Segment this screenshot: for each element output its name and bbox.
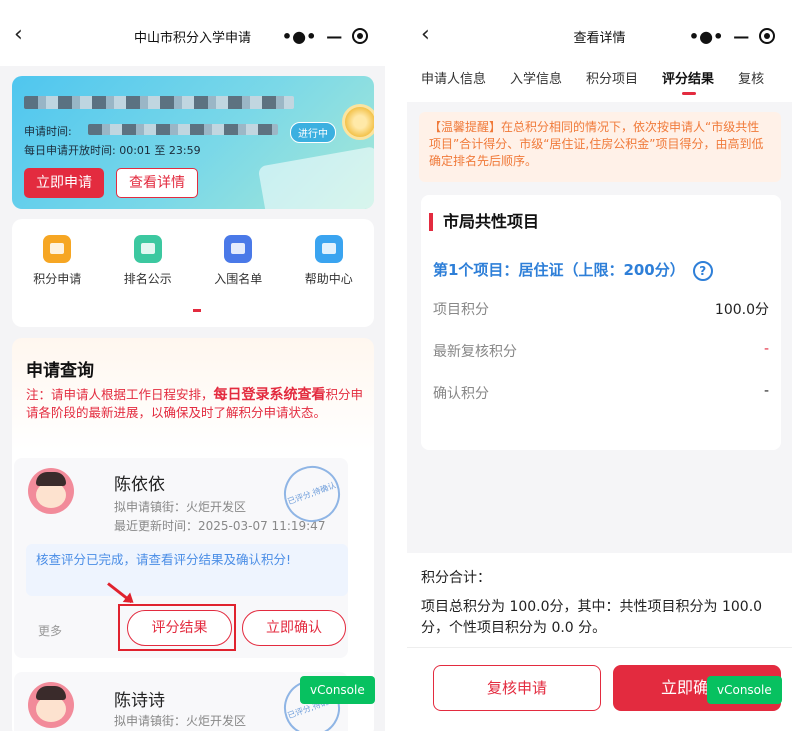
- section-title: 市局共性项目: [429, 213, 539, 231]
- mini-program-capsule: •●• —: [684, 21, 780, 51]
- redacted-apply-time: [88, 124, 278, 135]
- points-apply-icon: [43, 235, 72, 263]
- menu-label: 入围名单: [214, 272, 263, 286]
- shortlist-icon: [224, 235, 253, 263]
- applicant-card: 陈诗诗 拟申请镇街：火炬开发区 已评分,待确认: [14, 672, 348, 731]
- note-emphasis: 每日登录系统查看: [213, 387, 326, 403]
- highlight-box: [118, 604, 236, 651]
- divider: [407, 647, 792, 648]
- daily-open-time: 每日申请开放时间: 00:01 至 23:59: [24, 144, 201, 157]
- warm-reminder: 【温馨提醒】在总积分相同的情况下，依次按申请人“市级共性项目”合计得分、市级“居…: [419, 112, 781, 182]
- row-value: -: [763, 341, 769, 357]
- menu-label: 积分申请: [33, 272, 82, 286]
- close-circle-icon[interactable]: [759, 28, 776, 44]
- medal-icon: [342, 104, 374, 140]
- new-indicator: [193, 309, 201, 312]
- view-detail-button[interactable]: 查看详情: [116, 168, 198, 198]
- row-value: 100.0分: [714, 302, 769, 318]
- question-icon[interactable]: ?: [692, 260, 713, 281]
- query-title: 申请查询: [26, 361, 94, 381]
- apply-time-label: 申请时间:: [24, 125, 72, 138]
- review-apply-button[interactable]: 复核申请: [433, 665, 601, 711]
- title-bar: ‹ 中山市积分入学申请 •●• —: [0, 0, 385, 66]
- confirm-now-button[interactable]: 立即确认: [242, 610, 346, 646]
- tab-review[interactable]: 复核: [738, 66, 764, 102]
- score-detail-card: 市局共性项目 第1个项目：居住证（上限：200分）? 项目积分 100.0分 最…: [421, 195, 781, 450]
- right-phone-screen: ‹ 查看详情 •●• — 申请人信息 入学信息 积分项目 评分结果 复核 【温馨…: [407, 0, 792, 731]
- apply-now-button[interactable]: 立即申请: [24, 168, 104, 198]
- close-circle-icon[interactable]: [352, 28, 369, 44]
- menu-item-points-apply[interactable]: 积分申请: [27, 235, 87, 327]
- score-row: 最新复核积分 -: [433, 341, 769, 361]
- note-prefix: 注：请申请人根据工作日程安排，: [26, 387, 214, 402]
- row-label: 确认积分: [433, 386, 489, 402]
- tab-applicant-info[interactable]: 申请人信息: [421, 66, 486, 102]
- detail-tabs: 申请人信息 入学信息 积分项目 评分结果 复核: [407, 66, 792, 102]
- score-row: 确认积分 -: [433, 383, 769, 403]
- scoring-complete-hint: 核查评分已完成，请查看评分结果及确认积分!: [26, 544, 348, 596]
- menu-label: 帮助中心: [304, 272, 353, 286]
- tab-points-items[interactable]: 积分项目: [586, 66, 638, 102]
- redacted-name: [24, 96, 294, 109]
- vconsole-button[interactable]: vConsole: [707, 676, 782, 704]
- more-link[interactable]: 更多: [38, 622, 62, 639]
- left-phone-screen: ‹ 中山市积分入学申请 •●• — 申请时间: 每日申请开放时间: 00:01 …: [0, 0, 385, 731]
- ranking-icon: [133, 235, 162, 263]
- applicant-name: 陈诗诗: [114, 691, 165, 711]
- tab-enrollment-info[interactable]: 入学信息: [510, 66, 562, 102]
- query-note: 注：请申请人根据工作日程安排，每日登录系统查看积分申请各阶段的最新进展，以确保及…: [26, 386, 366, 422]
- tab-score-result[interactable]: 评分结果: [662, 66, 714, 102]
- avatar: [28, 468, 74, 514]
- total-text: 项目总积分为 100.0分，其中：共性项目积分为 100.0 分，个性项目积分为…: [421, 599, 763, 636]
- total-label: 积分合计：: [421, 570, 491, 586]
- menu-label: 排名公示: [123, 272, 172, 286]
- menu-item-ranking[interactable]: 排名公示: [118, 235, 178, 327]
- status-badge: 进行中: [290, 122, 336, 143]
- applicant-name: 陈依依: [114, 475, 165, 495]
- applicant-updated-time: 最近更新时间：2025-03-07 11:19:47: [114, 519, 326, 533]
- total-section: 积分合计： 项目总积分为 100.0分，其中：共性项目积分为 100.0 分，个…: [407, 553, 792, 731]
- minimize-icon[interactable]: —: [326, 27, 342, 46]
- project-title: 第1个项目：居住证（上限：200分）?: [433, 259, 713, 281]
- avatar: [28, 682, 74, 728]
- book-illustration: [257, 146, 374, 209]
- applicant-street: 拟申请镇街：火炬开发区: [114, 500, 247, 514]
- more-icon[interactable]: •●•: [282, 27, 316, 46]
- more-icon[interactable]: •●•: [689, 27, 723, 46]
- application-banner: 申请时间: 每日申请开放时间: 00:01 至 23:59 进行中 立即申请 查…: [12, 76, 374, 209]
- minimize-icon[interactable]: —: [733, 27, 749, 46]
- vconsole-button[interactable]: vConsole: [300, 676, 375, 704]
- row-label: 项目积分: [433, 302, 489, 318]
- score-row: 项目积分 100.0分: [433, 299, 769, 319]
- applicant-street: 拟申请镇街：火炬开发区: [114, 714, 247, 728]
- row-label: 最新复核积分: [433, 344, 517, 360]
- menu-item-help[interactable]: 帮助中心: [299, 235, 359, 327]
- menu-item-shortlist[interactable]: 入围名单: [208, 235, 268, 327]
- mini-program-capsule: •●• —: [277, 21, 373, 51]
- help-center-icon: [314, 235, 343, 263]
- project-title-text: 第1个项目：居住证（上限：200分）: [433, 261, 685, 279]
- row-value: -: [763, 383, 769, 399]
- title-bar: ‹ 查看详情 •●• —: [407, 0, 792, 66]
